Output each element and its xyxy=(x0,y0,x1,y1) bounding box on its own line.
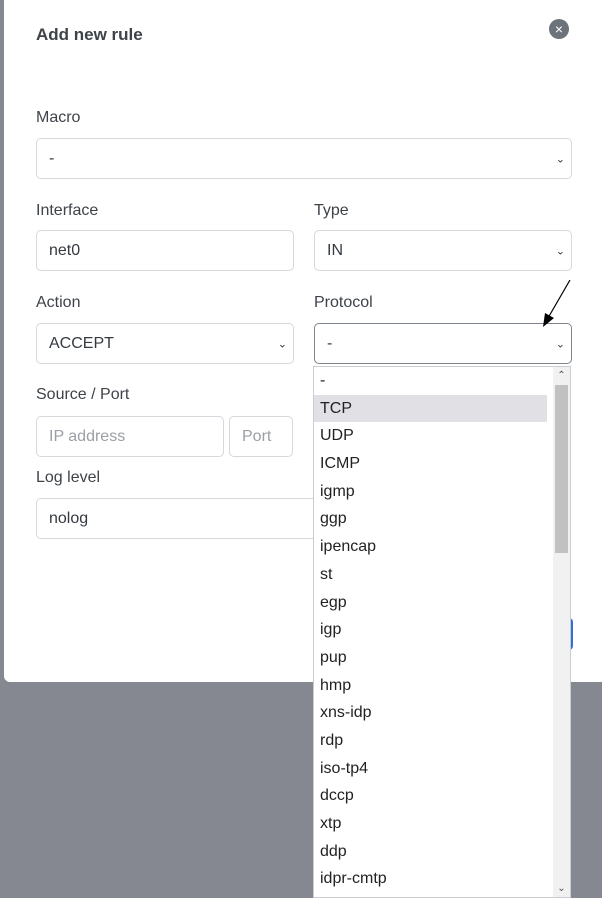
protocol-option[interactable]: igmp xyxy=(314,478,547,506)
type-label: Type xyxy=(314,202,349,219)
protocol-option[interactable]: xns-idp xyxy=(314,699,547,727)
scroll-down-icon[interactable]: ⌄ xyxy=(553,880,570,897)
macro-select[interactable]: - ⌄ xyxy=(36,138,572,179)
macro-label: Macro xyxy=(36,109,81,126)
protocol-option[interactable]: hmp xyxy=(314,672,547,700)
log-level-select[interactable]: nolog xyxy=(36,498,326,539)
protocol-option[interactable]: ddp xyxy=(314,838,547,866)
protocol-option[interactable]: igp xyxy=(314,616,547,644)
protocol-option[interactable]: iso-tp4 xyxy=(314,755,547,783)
source-port-input[interactable]: Port xyxy=(229,416,293,457)
type-value: IN xyxy=(327,241,343,259)
protocol-option[interactable]: ipencap xyxy=(314,533,547,561)
protocol-option[interactable]: ICMP xyxy=(314,450,547,478)
log-level-label: Log level xyxy=(36,469,101,486)
source-ip-input[interactable]: IP address xyxy=(36,416,224,457)
interface-label: Interface xyxy=(36,202,99,219)
protocol-option[interactable]: - xyxy=(314,367,547,395)
macro-value: - xyxy=(49,149,55,167)
port-placeholder: Port xyxy=(242,427,272,445)
protocol-option[interactable]: rdp xyxy=(314,727,547,755)
action-value: ACCEPT xyxy=(49,334,114,352)
interface-input[interactable]: net0 xyxy=(36,230,294,271)
protocol-option[interactable]: xtp xyxy=(314,810,547,838)
action-label: Action xyxy=(36,294,81,311)
protocol-value: - xyxy=(327,334,333,352)
scroll-up-icon[interactable]: ⌃ xyxy=(553,367,570,384)
dropdown-scrollbar[interactable]: ⌃ ⌄ xyxy=(553,367,570,897)
protocol-option[interactable]: egp xyxy=(314,589,547,617)
protocol-option[interactable]: TCP xyxy=(314,394,547,423)
modal-title: Add new rule xyxy=(36,25,143,44)
protocol-option[interactable]: idpr-cmtp xyxy=(314,865,547,893)
protocol-option[interactable]: st xyxy=(314,561,547,589)
chevron-down-icon: ⌄ xyxy=(555,153,565,165)
protocol-option[interactable]: pup xyxy=(314,644,547,672)
protocol-option[interactable]: UDP xyxy=(314,422,547,450)
action-select[interactable]: ACCEPT ⌄ xyxy=(36,323,294,364)
protocol-option[interactable]: ggp xyxy=(314,505,547,533)
protocol-label: Protocol xyxy=(314,294,373,311)
protocol-option[interactable]: dccp xyxy=(314,782,547,810)
protocol-select[interactable]: - ⌄ xyxy=(314,323,572,364)
annotation-arrow-icon xyxy=(543,280,571,327)
chevron-down-icon: ⌄ xyxy=(555,245,565,257)
source-port-label: Source / Port xyxy=(36,386,130,403)
protocol-dropdown-list[interactable]: - TCP UDP ICMP igmp ggp ipencap st egp igp pup hmp x… xyxy=(313,366,571,898)
chevron-down-icon: ⌄ xyxy=(277,338,287,350)
scroll-thumb[interactable] xyxy=(555,385,568,553)
log-level-value: nolog xyxy=(49,509,89,527)
interface-value: net0 xyxy=(49,241,81,259)
close-icon[interactable]: × xyxy=(549,19,569,39)
ip-placeholder: IP address xyxy=(49,427,126,445)
dropdown-options: - TCP UDP ICMP igmp ggp ipencap st egp igp pup hmp x… xyxy=(314,367,570,893)
chevron-down-icon: ⌄ xyxy=(555,338,565,350)
type-select[interactable]: IN ⌄ xyxy=(314,230,572,271)
